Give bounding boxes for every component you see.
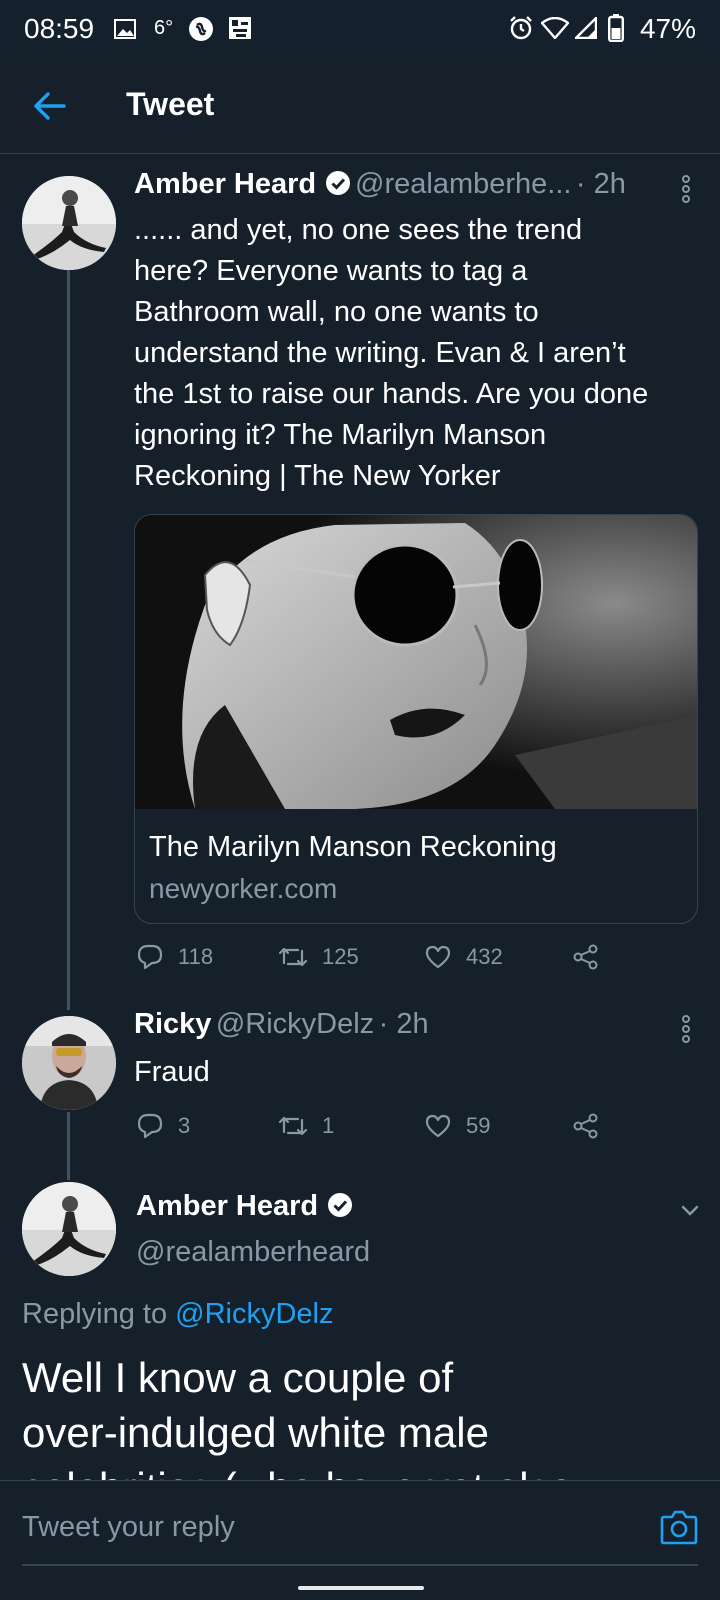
cellular-signal-icon [573,15,598,44]
battery-percent: 47% [639,13,696,44]
main-tweet-text: Well I know a couple of over-indulged wh… [22,1350,702,1480]
tweet-text-line: understand the writing. Evan & I aren’t [134,337,626,369]
shazam-icon [188,16,214,47]
chevron-down-icon[interactable] [676,1196,704,1224]
retweet-icon [278,1116,308,1136]
camera-icon[interactable] [660,1509,698,1545]
tweet-text-line: here? Everyone wants to tag a [134,255,528,287]
reply-count: 118 [178,944,214,969]
reply-icon [137,944,163,970]
back-arrow-icon[interactable] [30,86,70,126]
tweet-text-line: ...... and yet, no one sees the trend [134,214,583,246]
reply-count: 3 [178,1113,191,1138]
share-button[interactable] [572,943,614,971]
reply-button[interactable]: 118 [136,943,213,971]
reply-icon [137,1113,163,1139]
retweet-count: 1 [322,1113,335,1138]
share-button[interactable] [572,1112,614,1140]
status-bar: 08:59 6° 47% [0,0,720,56]
tweet-time: · 2h [378,1008,429,1040]
weather-temperature: 6° [154,17,174,39]
share-icon [573,944,598,970]
display-name[interactable]: Amber Heard [134,168,316,200]
home-indicator[interactable] [298,1586,424,1590]
more-options-icon[interactable] [674,170,698,210]
display-name[interactable]: Ricky [134,1008,211,1040]
avatar[interactable] [22,176,116,270]
card-title: The Marilyn Manson Reckoning [149,831,557,863]
heart-icon [425,945,451,969]
tweet-text-line: ignoring it? The Marilyn Manson [134,419,547,451]
thread-line [67,1112,70,1180]
input-underline [22,1564,698,1566]
tweet-text-line: celebrities (who have yet also [22,1460,702,1480]
battery-icon [608,14,625,47]
verified-badge-icon [327,1192,353,1223]
app-notification-icon [228,16,252,45]
display-name[interactable]: Amber Heard [136,1190,318,1222]
user-handle[interactable]: @realamberheard [136,1236,370,1269]
tweet-text-line: over-indulged white male [22,1409,489,1456]
like-count: 59 [466,1113,491,1138]
reply-button[interactable]: 3 [136,1112,190,1140]
retweet-button[interactable]: 125 [278,943,359,971]
share-icon [573,1113,598,1139]
article-image [135,515,697,809]
retweet-icon [278,947,308,967]
more-options-icon[interactable] [674,1010,698,1050]
tweet-text-line: Bathroom wall, no one wants to [134,296,539,328]
tweet-header: Amber Heard @realamberhe... · 2h [134,168,626,201]
user-handle[interactable]: @realamberhe... [355,168,571,200]
card-domain: newyorker.com [149,873,338,904]
thread-line [67,268,70,1010]
like-button[interactable]: 59 [424,1112,490,1140]
avatar[interactable] [22,1182,116,1276]
like-button[interactable]: 432 [424,943,503,971]
alarm-icon [508,15,534,46]
status-time: 08:59 [24,13,95,44]
image-notification-icon [114,19,136,44]
retweet-count: 125 [322,944,359,969]
user-handle[interactable]: @RickyDelz [216,1008,374,1040]
page-title: Tweet [126,86,215,122]
tweet-text-line: Well I know a couple of [22,1354,454,1401]
tweet-text: ...... and yet, no one sees the trend he… [134,210,704,497]
reply-input[interactable]: Tweet your reply [22,1511,235,1544]
replying-to-label: Replying to [22,1298,176,1330]
heart-icon [425,1114,451,1138]
reply-composer: Tweet your reply [0,1480,720,1600]
verified-badge-icon [325,170,351,201]
like-count: 432 [466,944,503,969]
wifi-icon [540,16,570,44]
retweet-button[interactable]: 1 [278,1112,334,1140]
tweet-header: Ricky @RickyDelz · 2h [134,1008,429,1041]
tweet-text-line: the 1st to raise our hands. Are you done [134,378,649,410]
tweet-time: · 2h [575,168,626,200]
replying-to: Replying to @RickyDelz [22,1298,334,1331]
link-preview-card[interactable]: The Marilyn Manson Reckoning newyorker.c… [134,514,698,924]
tweet-text-line: Reckoning | The New Yorker [134,460,501,492]
replying-to-link[interactable]: @RickyDelz [175,1298,333,1330]
avatar[interactable] [22,1016,116,1110]
main-tweet-name-row: Amber Heard [136,1190,353,1223]
tweet-text: Fraud [134,1056,210,1088]
top-app-bar: Tweet [0,56,720,154]
